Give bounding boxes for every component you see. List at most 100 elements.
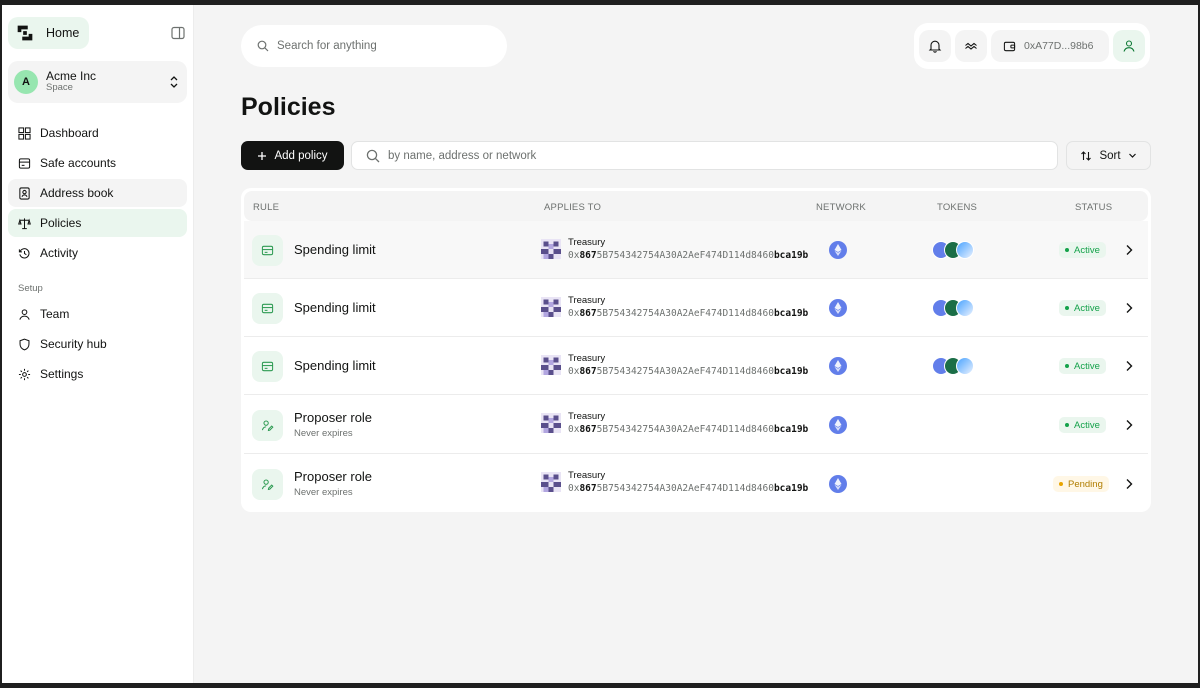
policy-filter-input[interactable]: by name, address or network bbox=[351, 141, 1058, 170]
table-header: RULE APPLIES TO NETWORK TOKENS STATUS bbox=[244, 191, 1148, 221]
account-avatar-icon bbox=[541, 297, 561, 317]
nav-label: Safe accounts bbox=[40, 156, 117, 170]
status-label: Pending bbox=[1068, 478, 1103, 490]
col-status: STATUS bbox=[1075, 202, 1113, 213]
address-middle: 5B754342754A30A2AeF474D114d8460 bbox=[596, 483, 774, 494]
rule-title: Spending limit bbox=[294, 300, 376, 315]
nav-item-settings[interactable]: Settings bbox=[8, 360, 187, 388]
rule-icon-badge bbox=[252, 410, 283, 441]
col-tokens: TOKENS bbox=[937, 202, 978, 213]
account-name: Treasury bbox=[568, 411, 606, 422]
user-icon bbox=[19, 308, 30, 320]
space-selector[interactable]: A Acme Inc Space bbox=[8, 61, 187, 103]
status-badge: Active bbox=[1059, 242, 1106, 258]
account-button[interactable] bbox=[1113, 30, 1145, 62]
nav-item-security-hub[interactable]: Security hub bbox=[8, 330, 187, 358]
safe-logo-icon bbox=[17, 25, 33, 41]
ethereum-icon bbox=[829, 416, 847, 434]
space-avatar: A bbox=[14, 70, 38, 94]
token-stack bbox=[932, 357, 974, 375]
ethereum-icon bbox=[829, 475, 847, 493]
home-label: Home bbox=[46, 26, 80, 40]
nav-label: Address book bbox=[40, 186, 114, 200]
space-type: Space bbox=[46, 82, 73, 94]
setup-nav: Team Security hub Settings bbox=[8, 300, 187, 388]
policy-filter-placeholder: by name, address or network bbox=[388, 149, 537, 162]
global-search-input[interactable]: Search for anything bbox=[241, 25, 507, 67]
table-row[interactable]: Proposer role Never expires Treasury 0x8… bbox=[244, 454, 1148, 513]
home-row: Home bbox=[8, 17, 187, 49]
nav-item-team[interactable]: Team bbox=[8, 300, 187, 328]
nav-item-activity[interactable]: Activity bbox=[8, 239, 187, 267]
rule-title: Proposer role bbox=[294, 410, 373, 425]
user-icon bbox=[1123, 40, 1135, 52]
table-row[interactable]: Spending limit Treasury 0x8675B754342754… bbox=[244, 221, 1148, 279]
network-button[interactable] bbox=[955, 30, 987, 62]
address-head: 867 bbox=[579, 424, 597, 435]
table-row[interactable]: Spending limit Treasury 0x8675B754342754… bbox=[244, 279, 1148, 337]
status-dot bbox=[1065, 364, 1069, 368]
address-middle: 5B754342754A30A2AeF474D114d8460 bbox=[596, 424, 774, 435]
wallet-icon bbox=[261, 303, 274, 314]
table-body: Spending limit Treasury 0x8675B754342754… bbox=[244, 221, 1148, 513]
nav-item-policies[interactable]: Policies bbox=[8, 209, 187, 237]
rule-icon-badge bbox=[252, 235, 283, 266]
header-actions: 0xA77D...98b6 bbox=[914, 23, 1150, 69]
home-button[interactable]: Home bbox=[8, 17, 90, 49]
nav-item-address-book[interactable]: Address book bbox=[8, 179, 187, 207]
table-row[interactable]: Spending limit Treasury 0x8675B754342754… bbox=[244, 337, 1148, 395]
token-stack bbox=[932, 299, 974, 317]
main-content: Search for anything 0xA77D...98b6 Polici… bbox=[194, 5, 1198, 683]
sort-button[interactable]: Sort bbox=[1066, 141, 1151, 170]
chevron-right-icon bbox=[1126, 245, 1133, 255]
account-address: 0x8675B754342754A30A2AeF474D114d8460bca1… bbox=[568, 424, 808, 435]
status-dot bbox=[1065, 248, 1069, 252]
ethereum-icon bbox=[829, 299, 847, 317]
chevron-right-icon bbox=[1126, 303, 1133, 313]
token-stack bbox=[932, 241, 974, 259]
account-name: Treasury bbox=[568, 470, 606, 481]
nav-item-safe-accounts[interactable]: Safe accounts bbox=[8, 149, 187, 177]
account-address: 0x8675B754342754A30A2AeF474D114d8460bca1… bbox=[568, 483, 808, 494]
sidebar-collapse-icon[interactable] bbox=[171, 26, 185, 40]
ethereum-icon bbox=[829, 357, 847, 375]
address-head: 867 bbox=[579, 250, 597, 261]
table-row[interactable]: Proposer role Never expires Treasury 0x8… bbox=[244, 395, 1148, 454]
add-policy-label: Add policy bbox=[274, 149, 328, 162]
usdc-token-icon bbox=[956, 357, 974, 375]
gear-icon bbox=[18, 368, 31, 380]
sort-icon bbox=[1081, 150, 1092, 161]
chevron-right-icon bbox=[1126, 479, 1133, 489]
history-icon bbox=[18, 247, 30, 258]
policies-table: RULE APPLIES TO NETWORK TOKENS STATUS Sp… bbox=[241, 188, 1151, 512]
status-label: Active bbox=[1074, 419, 1100, 431]
notifications-button[interactable] bbox=[919, 30, 951, 62]
chevron-right-icon bbox=[1126, 420, 1133, 430]
address-book-icon bbox=[19, 186, 30, 200]
rule-title: Spending limit bbox=[294, 242, 376, 257]
account-name: Treasury bbox=[568, 353, 606, 364]
wallet-button[interactable]: 0xA77D...98b6 bbox=[991, 30, 1109, 62]
shield-icon bbox=[19, 338, 30, 350]
address-prefix: 0x bbox=[568, 424, 580, 435]
address-tail: bca19b bbox=[773, 250, 809, 261]
nav-item-dashboard[interactable]: Dashboard bbox=[8, 119, 187, 147]
bell-icon bbox=[928, 40, 942, 53]
status-label: Active bbox=[1074, 302, 1100, 314]
rule-title: Spending limit bbox=[294, 358, 376, 373]
add-policy-button[interactable]: Add policy bbox=[241, 141, 344, 170]
user-edit-icon bbox=[261, 479, 274, 491]
status-label: Active bbox=[1074, 360, 1100, 372]
status-label: Active bbox=[1074, 244, 1100, 256]
address-head: 867 bbox=[579, 366, 597, 377]
search-icon bbox=[257, 40, 269, 52]
space-name: Acme Inc bbox=[46, 68, 97, 83]
wave-icon bbox=[965, 42, 977, 50]
address-tail: bca19b bbox=[773, 483, 809, 494]
status-badge: Active bbox=[1059, 358, 1106, 374]
plus-icon bbox=[258, 151, 267, 160]
account-name: Treasury bbox=[568, 237, 606, 248]
nav-label: Activity bbox=[40, 246, 79, 260]
usdc-token-icon bbox=[956, 241, 974, 259]
user-edit-icon bbox=[261, 420, 274, 432]
